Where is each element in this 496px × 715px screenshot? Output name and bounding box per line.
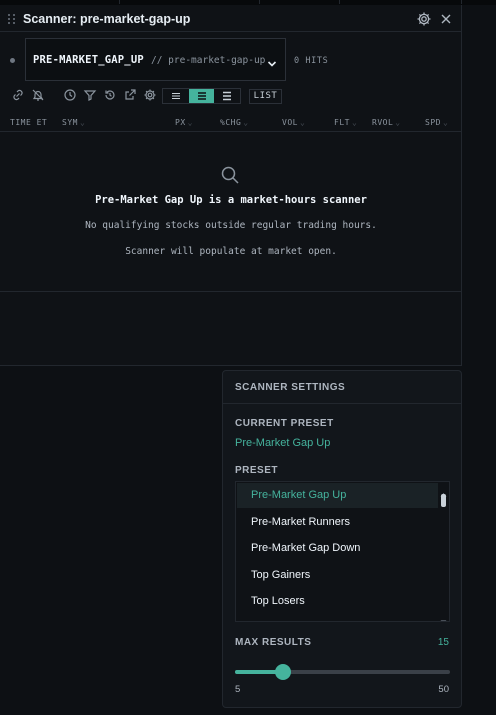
panel-titlebar: Scanner: pre-market-gap-up (0, 5, 462, 32)
current-preset-value: Pre-Market Gap Up (235, 437, 331, 449)
empty-state-hint: Scanner will populate at market open. (125, 246, 337, 257)
current-preset-label: CURRENT PRESET (235, 418, 334, 429)
density-toggle (162, 88, 241, 104)
max-results-value: 15 (437, 637, 449, 648)
slider-min-label: 5 (235, 684, 241, 695)
column-header-change[interactable]: %CHG ⌄ (220, 118, 249, 127)
tab-strip-segment (340, 0, 462, 4)
clock-icon[interactable] (63, 88, 77, 102)
tab-strip-segment (0, 0, 120, 4)
grip-icon[interactable] (8, 14, 16, 25)
preset-label: PRESET (235, 465, 279, 476)
search-icon (220, 165, 240, 185)
empty-state: Pre-Market Gap Up is a market-hours scan… (0, 132, 462, 292)
preset-option-top-losers[interactable]: Top Losers (237, 589, 438, 614)
hits-count: 0 HITS (294, 56, 329, 66)
external-link-icon[interactable] (123, 88, 137, 102)
chevron-down-icon (267, 55, 277, 67)
scanner-toolbar: LIST (0, 85, 462, 107)
column-header-spread[interactable]: SPD ⌄ (425, 118, 448, 127)
preset-chip-row: PRE-MARKET_GAP_UP // pre-market-gap-up 0… (0, 33, 462, 85)
density-comfortable-button[interactable] (214, 89, 240, 103)
slider-thumb[interactable] (275, 664, 291, 680)
preset-slug: // pre-market-gap-up (151, 55, 266, 66)
panel-title: Scanner: pre-market-gap-up (23, 12, 191, 26)
preset-option-pre-market-gap-up[interactable]: Pre-Market Gap Up (237, 483, 438, 508)
preset-option-pre-market-gap-down[interactable]: Pre-Market Gap Down (237, 536, 438, 561)
empty-state-message: No qualifying stocks outside regular tra… (85, 220, 377, 231)
preset-option-pre-market-runners[interactable]: Pre-Market Runners (237, 510, 438, 535)
column-header-time[interactable]: TIME ET (10, 118, 47, 127)
preset-list-scrollbar[interactable] (440, 485, 447, 621)
scroll-up-arrow-icon[interactable] (440, 485, 447, 497)
gear-icon[interactable] (416, 11, 432, 27)
column-header-float[interactable]: FLT ⌄ (334, 118, 357, 127)
max-results-slider[interactable] (235, 662, 450, 682)
column-header-rvol[interactable]: RVOL ⌄ (372, 118, 401, 127)
link-icon[interactable] (11, 88, 25, 102)
preset-name: PRE-MARKET_GAP_UP (33, 54, 144, 66)
status-dot (10, 58, 15, 63)
tab-strip-segment (120, 0, 260, 4)
scroll-down-arrow-icon[interactable] (440, 612, 447, 621)
column-header-price[interactable]: PX ⌄ (175, 118, 193, 127)
column-header-volume[interactable]: VOL ⌄ (282, 118, 305, 127)
preset-listbox[interactable]: Pre-Market Gap Up Pre-Market Runners Pre… (235, 481, 450, 622)
density-normal-button[interactable] (188, 89, 215, 103)
bell-off-icon[interactable] (31, 88, 45, 102)
close-icon[interactable] (438, 11, 454, 27)
gear-icon[interactable] (143, 88, 157, 102)
list-view-button[interactable]: LIST (249, 89, 282, 104)
preset-option-top-gainers[interactable]: Top Gainers (237, 563, 438, 588)
settings-title: SCANNER SETTINGS (235, 382, 346, 393)
max-results-label: MAX RESULTS (235, 637, 312, 648)
slider-max-label: 50 (438, 684, 449, 695)
scanner-panel: Scanner: pre-market-gap-up PRE-MARKET_GA… (0, 5, 462, 366)
column-header-symbol[interactable]: SYM ⌄ (62, 118, 85, 127)
empty-state-title: Pre-Market Gap Up is a market-hours scan… (95, 194, 367, 206)
density-compact-button[interactable] (163, 89, 189, 103)
scanner-settings-popover: SCANNER SETTINGS CURRENT PRESET Pre-Mark… (222, 370, 462, 708)
column-header-row: TIME ET SYM ⌄ PX ⌄ %CHG ⌄ VOL ⌄ FLT ⌄ RVOL ⌄ S… (0, 112, 462, 132)
filter-icon[interactable] (83, 88, 97, 102)
history-icon[interactable] (103, 88, 117, 102)
preset-selector[interactable]: PRE-MARKET_GAP_UP // pre-market-gap-up (25, 38, 286, 81)
divider (223, 403, 461, 404)
tab-strip-segment (260, 0, 340, 4)
scrollbar-thumb[interactable] (441, 494, 446, 507)
